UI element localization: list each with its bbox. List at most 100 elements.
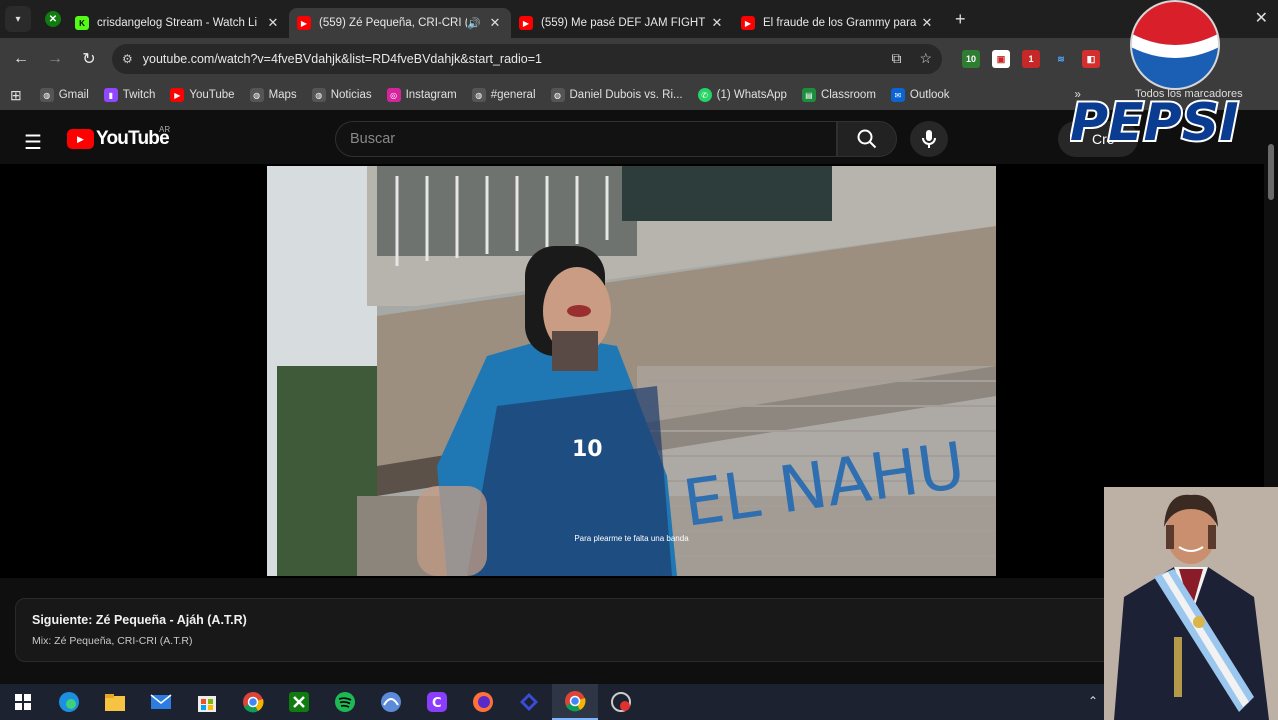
youtube-icon: ▶: [170, 88, 185, 102]
extension-icon[interactable]: 10: [962, 50, 980, 68]
microphone-icon: [922, 130, 936, 148]
search-placeholder: Buscar: [350, 131, 396, 147]
store-icon: [198, 696, 216, 712]
taskbar-file-explorer[interactable]: [92, 684, 138, 720]
bookmark-label: #general: [490, 89, 536, 101]
reload-icon[interactable]: ↻: [72, 49, 106, 69]
extension-icon[interactable]: 1: [1022, 50, 1040, 68]
whatsapp-icon: ✆: [697, 88, 712, 102]
bookmark-outlook[interactable]: ✉ Outlook: [890, 88, 950, 102]
close-tab-icon[interactable]: ✕: [919, 15, 935, 31]
xbox-icon: ✕: [45, 11, 61, 27]
globe-icon: ◍: [311, 88, 326, 102]
instagram-icon: ◎: [386, 88, 401, 102]
tab-title: crisdangelog Stream - Watch Li: [97, 17, 258, 29]
open-in-app-icon[interactable]: ⧉: [891, 50, 901, 67]
tab-youtube-defjam[interactable]: ▶ (559) Me pasé DEF JAM FIGHT ✕: [511, 8, 733, 38]
taskbar-spotify[interactable]: [322, 684, 368, 720]
url-text: youtube.com/watch?v=4fveBVdahjk&list=RD4…: [142, 52, 542, 66]
extension-icon[interactable]: ≋: [1052, 50, 1070, 68]
speaker-icon[interactable]: 🔊: [467, 17, 481, 30]
new-tab-button[interactable]: +: [955, 9, 966, 30]
menu-icon[interactable]: ☰: [24, 130, 42, 155]
portrait-overlay: [1104, 487, 1278, 720]
spotify-icon: [335, 692, 355, 712]
up-next-card[interactable]: Siguiente: Zé Pequeña - Ajáh (A.T.R) Mix…: [15, 598, 1115, 662]
up-next-mix: Mix: Zé Pequeña, CRI-CRI (A.T.R): [32, 635, 193, 647]
bookmark-gmail[interactable]: ◍ Gmail: [39, 88, 89, 102]
back-icon[interactable]: ←: [4, 50, 38, 68]
tray-overflow-icon[interactable]: ⌃: [1088, 694, 1098, 708]
taskbar-xbox[interactable]: [276, 684, 322, 720]
taskbar-edge[interactable]: [46, 684, 92, 720]
youtube-icon: ▶: [741, 16, 755, 30]
taskbar-canva[interactable]: C: [414, 684, 460, 720]
bookmark-youtube[interactable]: ▶ YouTube: [170, 88, 235, 102]
scrollbar-thumb[interactable]: [1268, 144, 1274, 200]
bookmark-noticias[interactable]: ◍ Noticias: [311, 88, 372, 102]
windows-taskbar: C ⌃: [0, 684, 1278, 720]
forward-icon[interactable]: →: [38, 50, 72, 68]
bookmark-label: (1) WhatsApp: [716, 89, 787, 101]
classroom-icon: ▤: [801, 88, 816, 102]
voice-search-button[interactable]: [910, 121, 948, 157]
country-code: AR: [159, 125, 171, 134]
address-bar[interactable]: ⚙ youtube.com/watch?v=4fveBVdahjk&list=R…: [112, 44, 942, 74]
globe-icon: ◍: [39, 88, 54, 102]
close-tab-icon[interactable]: ✕: [487, 15, 503, 31]
video-scene: EL NAHU 10: [267, 166, 996, 576]
pepsi-wordmark: PEPSI: [1070, 93, 1239, 152]
taskbar-chrome-active[interactable]: [552, 684, 598, 720]
twitch-icon: ▮: [103, 88, 118, 102]
taskbar-store[interactable]: [184, 684, 230, 720]
bookmark-general[interactable]: ◍ #general: [471, 88, 536, 102]
taskbar-app2[interactable]: [506, 684, 552, 720]
bookmark-twitch[interactable]: ▮ Twitch: [103, 88, 155, 102]
tab-title: (559) Zé Pequeña, CRI-CRI (: [319, 17, 468, 29]
pepsi-logo-overlay: PEPSI: [1070, 0, 1241, 152]
bookmark-star-icon[interactable]: ☆: [919, 50, 932, 67]
bookmark-label: Instagram: [405, 89, 457, 101]
bookmark-dubois[interactable]: ◍ Daniel Dubois vs. Ri...: [550, 88, 683, 102]
apps-grid-icon[interactable]: ⊞: [10, 87, 22, 104]
youtube-logo[interactable]: ▶ YouTube AR: [67, 125, 171, 150]
mail-icon: [150, 694, 172, 709]
bookmark-maps[interactable]: ◍ Maps: [249, 88, 297, 102]
globe-icon: ◍: [550, 88, 565, 102]
taskbar-firefox[interactable]: [460, 684, 506, 720]
svg-text:C: C: [432, 696, 442, 711]
kick-icon: K: [75, 16, 89, 30]
taskbar-chrome[interactable]: [230, 684, 276, 720]
taskbar-recorder[interactable]: [598, 684, 644, 720]
tab-title: El fraude de los Grammy para v: [763, 17, 919, 29]
youtube-play-icon: ▶: [67, 129, 94, 149]
folder-icon: [105, 694, 125, 711]
bookmark-classroom[interactable]: ▤ Classroom: [801, 88, 876, 102]
search-input[interactable]: Buscar: [335, 121, 837, 157]
video-subtitle: Para plearme te falta una banda: [574, 534, 689, 543]
bookmark-whatsapp[interactable]: ✆ (1) WhatsApp: [697, 88, 787, 102]
tab-search-dropdown[interactable]: ▾: [5, 6, 31, 32]
chrome-icon: [565, 691, 586, 712]
start-button[interactable]: [0, 684, 46, 720]
close-tab-icon[interactable]: ✕: [709, 15, 725, 31]
video-player[interactable]: EL NAHU 10 Para plearme te falta una ban…: [0, 164, 1264, 578]
tab-youtube-active[interactable]: ▶ (559) Zé Pequeña, CRI-CRI ( 🔊 ✕: [289, 8, 511, 38]
taskbar-mail[interactable]: [138, 684, 184, 720]
site-info-icon[interactable]: ⚙: [122, 52, 133, 66]
bookmark-label: YouTube: [189, 89, 235, 101]
firefox-icon: [473, 692, 493, 712]
pinned-tab-xbox[interactable]: ✕: [39, 4, 67, 34]
taskbar-app[interactable]: [368, 684, 414, 720]
search-button[interactable]: [837, 121, 897, 157]
extension-icon[interactable]: ▣: [992, 50, 1010, 68]
tab-kick[interactable]: K crisdangelog Stream - Watch Li ✕: [67, 8, 289, 38]
close-tab-icon[interactable]: ✕: [265, 15, 281, 31]
youtube-icon: ▶: [297, 16, 311, 30]
video-frame[interactable]: EL NAHU 10 Para plearme te falta una ban…: [267, 166, 996, 576]
tab-youtube-grammy[interactable]: ▶ El fraude de los Grammy para v ✕: [733, 8, 943, 38]
app-icon: [381, 692, 401, 712]
outlook-icon: ✉: [890, 88, 905, 102]
bookmark-instagram[interactable]: ◎ Instagram: [386, 88, 457, 102]
bookmark-label: Maps: [268, 89, 297, 101]
